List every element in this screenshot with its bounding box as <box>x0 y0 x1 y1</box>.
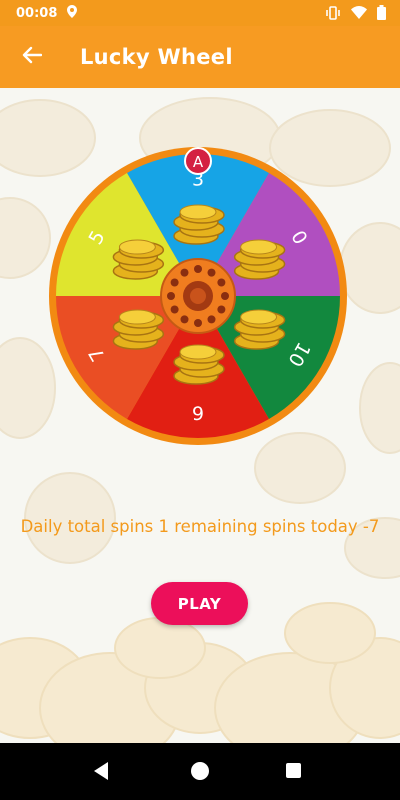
wheel-graphic: 3010675 A <box>49 147 347 445</box>
coin-stack-icon <box>112 239 165 280</box>
nav-recents-icon[interactable] <box>286 763 301 778</box>
page-title: Lucky Wheel <box>80 45 233 69</box>
pointer-label: A <box>193 153 204 171</box>
hub-dot <box>170 278 179 287</box>
status-bar: 00:08 <box>0 0 400 26</box>
status-time: 00:08 <box>16 5 58 21</box>
hub-dot <box>217 278 226 287</box>
hub-dot <box>194 265 202 273</box>
wifi-icon <box>351 6 367 23</box>
spins-message: Daily total spins 1 remaining spins toda… <box>20 517 380 536</box>
system-nav-bar <box>0 743 400 800</box>
coin-stack-icon <box>173 344 225 385</box>
play-button[interactable]: PLAY <box>151 582 248 625</box>
hub-dot <box>217 305 226 314</box>
wheel-pointer: A <box>184 147 212 175</box>
hub-dot <box>207 315 216 324</box>
coin-stack-icon <box>173 204 225 245</box>
hub-dot <box>180 268 189 277</box>
arrow-left-icon <box>22 46 43 68</box>
hub-dot <box>170 305 179 314</box>
battery-icon <box>377 5 386 24</box>
nav-home-icon[interactable] <box>191 762 209 780</box>
app-bar: Lucky Wheel <box>0 26 400 88</box>
location-icon <box>67 4 78 22</box>
lucky-wheel[interactable]: 3 0 10 6 7 5 A <box>48 146 348 446</box>
hub-dot <box>207 268 216 277</box>
hub-dot <box>167 292 175 300</box>
hub-dot <box>221 292 229 300</box>
back-button[interactable] <box>0 26 64 88</box>
nav-back-icon[interactable] <box>92 761 110 785</box>
coin-stack-icon <box>233 309 286 350</box>
coin-stack-icon <box>233 239 286 280</box>
wheel-segment-label: 6 <box>192 402 204 424</box>
vibrate-icon <box>325 5 341 24</box>
hub-dot <box>194 319 202 327</box>
coin-stack-icon <box>112 309 165 350</box>
hub-dot <box>180 315 189 324</box>
